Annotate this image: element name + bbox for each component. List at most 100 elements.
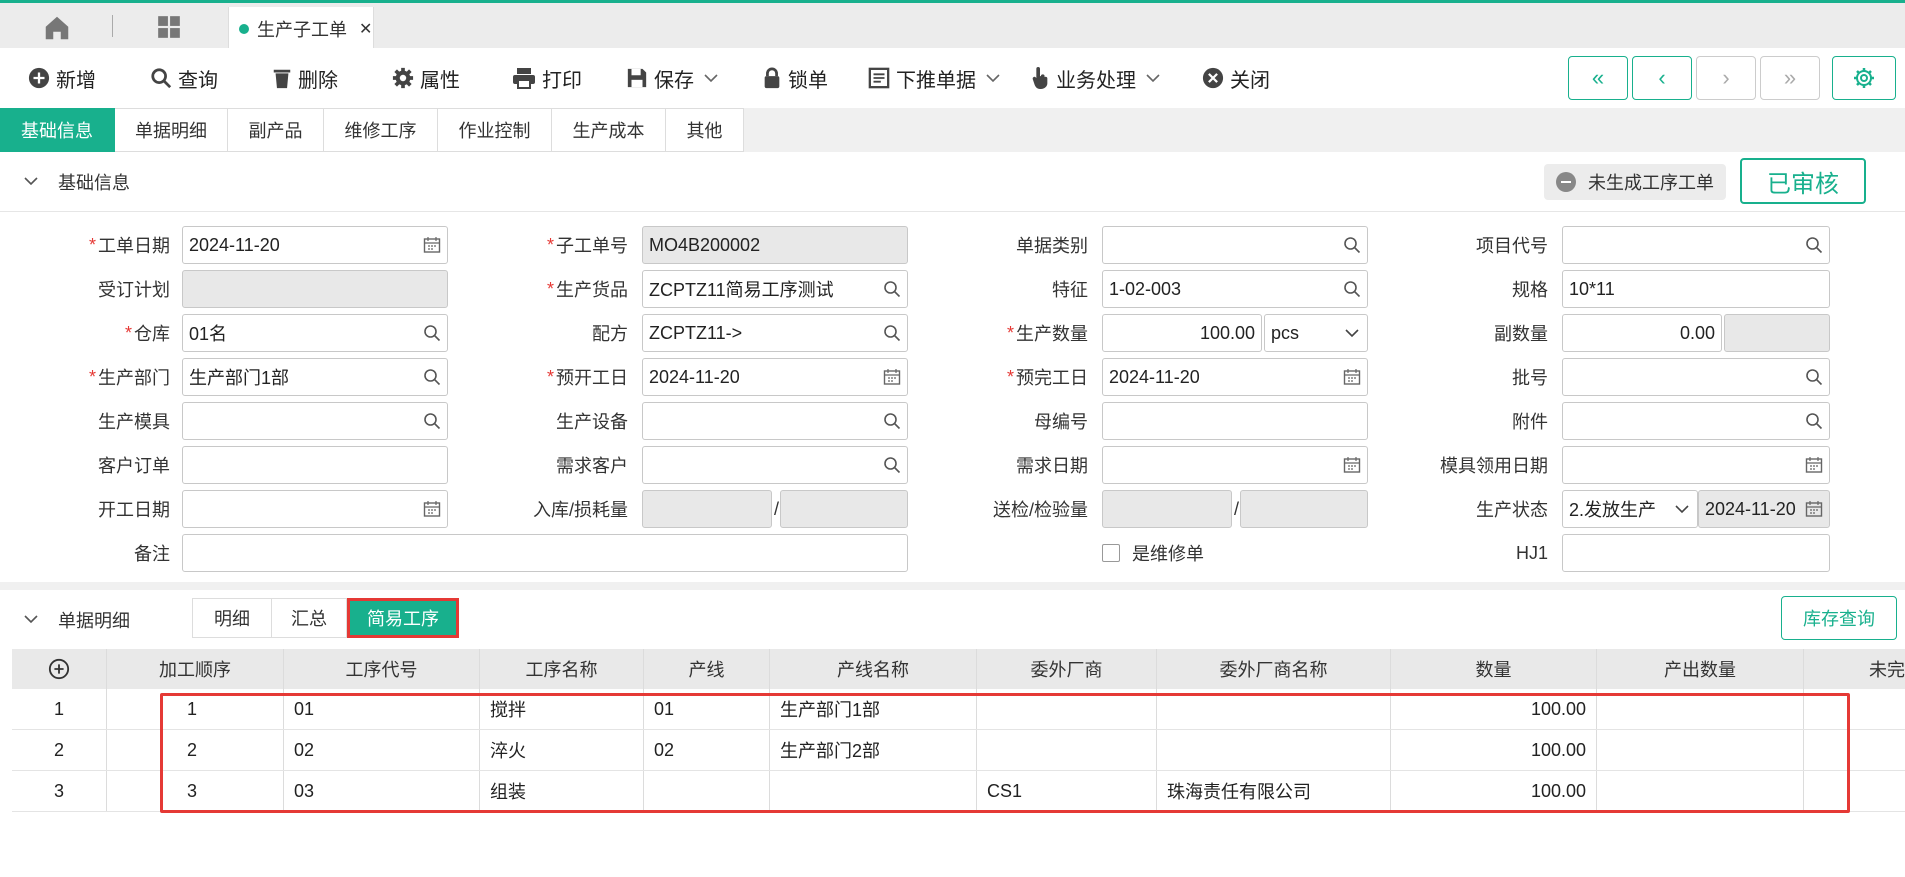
chevron-down-icon[interactable] xyxy=(24,174,38,188)
spec-field[interactable]: 10*11 xyxy=(1562,270,1830,308)
lock-button[interactable]: 锁单 xyxy=(762,62,828,94)
prev-record-button[interactable]: ‹ xyxy=(1632,56,1692,100)
close-button[interactable]: 关闭 xyxy=(1202,62,1270,94)
demand-customer-field[interactable] xyxy=(642,446,908,484)
search-icon[interactable] xyxy=(423,412,441,430)
search-icon[interactable] xyxy=(883,280,901,298)
col-vendor[interactable]: 委外厂商 xyxy=(977,649,1157,689)
search-icon[interactable] xyxy=(883,456,901,474)
col-code[interactable]: 工序代号 xyxy=(284,649,480,689)
search-icon[interactable] xyxy=(883,412,901,430)
calendar-icon[interactable] xyxy=(883,368,901,386)
prod-status-select[interactable]: 2.发放生产 xyxy=(1562,490,1698,528)
search-icon[interactable] xyxy=(423,324,441,342)
cell-out-qty[interactable] xyxy=(1597,771,1804,811)
tab-production-cost[interactable]: 生产成本 xyxy=(552,108,666,152)
cell-seq[interactable]: 1 xyxy=(107,689,284,729)
remark-field[interactable] xyxy=(182,534,908,572)
col-line[interactable]: 产线 xyxy=(644,649,770,689)
warehouse-field[interactable]: 01名 xyxy=(182,314,448,352)
dept-field[interactable]: 生产部门1部 xyxy=(182,358,448,396)
project-code-field[interactable] xyxy=(1562,226,1830,264)
sub-qty-field[interactable]: 0.00 xyxy=(1562,314,1722,352)
cell-qty[interactable]: 100.00 xyxy=(1391,730,1597,770)
start-date-field[interactable] xyxy=(182,490,448,528)
cell-line-name[interactable] xyxy=(770,771,977,811)
cell-name[interactable]: 搅拌 xyxy=(480,689,644,729)
search-icon[interactable] xyxy=(1343,236,1361,254)
chevron-down-icon[interactable] xyxy=(24,612,38,626)
tab-other[interactable]: 其他 xyxy=(666,108,744,152)
unit-select[interactable]: pcs xyxy=(1264,314,1368,352)
search-icon[interactable] xyxy=(1805,412,1823,430)
segment-detail[interactable]: 明细 xyxy=(192,598,272,638)
mold-date-field[interactable] xyxy=(1562,446,1830,484)
push-down-button[interactable]: 下推单据 xyxy=(868,62,1006,94)
col-vendor-name[interactable]: 委外厂商名称 xyxy=(1157,649,1391,689)
close-tab-icon[interactable]: ✕ xyxy=(359,19,372,39)
cell-line[interactable] xyxy=(644,771,770,811)
attachment-field[interactable] xyxy=(1562,402,1830,440)
prod-qty-field[interactable]: 100.00 xyxy=(1102,314,1262,352)
mold-field[interactable] xyxy=(182,402,448,440)
business-button[interactable]: 业务处理 xyxy=(1030,62,1166,94)
calendar-icon[interactable] xyxy=(1805,456,1823,474)
stock-query-button[interactable]: 库存查询 xyxy=(1781,596,1897,640)
col-seq[interactable]: 加工顺序 xyxy=(107,649,284,689)
home-icon[interactable] xyxy=(40,13,74,43)
cell-seq[interactable]: 2 xyxy=(107,730,284,770)
formula-field[interactable]: ZCPTZ11-> xyxy=(642,314,908,352)
tab-production-suborder[interactable]: 生产子工单 ✕ xyxy=(228,7,374,51)
cell-name[interactable]: 组装 xyxy=(480,771,644,811)
cell-qty[interactable]: 100.00 xyxy=(1391,689,1597,729)
cell-vendor[interactable]: CS1 xyxy=(977,771,1157,811)
save-button[interactable]: 保存 xyxy=(626,62,724,94)
col-line-name[interactable]: 产线名称 xyxy=(770,649,977,689)
delete-button[interactable]: 删除 xyxy=(272,62,338,94)
search-icon[interactable] xyxy=(1805,236,1823,254)
cell-vendor[interactable] xyxy=(977,689,1157,729)
col-out-qty[interactable]: 产出数量 xyxy=(1597,649,1804,689)
grid-icon[interactable] xyxy=(156,14,182,40)
cell-code[interactable]: 01 xyxy=(284,689,480,729)
tab-by-product[interactable]: 副产品 xyxy=(228,108,324,152)
tab-basic-info[interactable]: 基础信息 xyxy=(0,108,115,152)
plan-end-field[interactable]: 2024-11-20 xyxy=(1102,358,1368,396)
feature-field[interactable]: 1-02-003 xyxy=(1102,270,1368,308)
cell-code[interactable]: 02 xyxy=(284,730,480,770)
chevron-down-icon[interactable] xyxy=(986,73,1000,83)
calendar-icon[interactable] xyxy=(423,500,441,518)
parent-no-field[interactable] xyxy=(1102,402,1368,440)
calendar-icon[interactable] xyxy=(1343,456,1361,474)
demand-date-field[interactable] xyxy=(1102,446,1368,484)
calendar-icon[interactable] xyxy=(423,236,441,254)
search-icon[interactable] xyxy=(1343,280,1361,298)
plan-start-field[interactable]: 2024-11-20 xyxy=(642,358,908,396)
hj1-field[interactable] xyxy=(1562,534,1830,572)
search-icon[interactable] xyxy=(883,324,901,342)
col-qty[interactable]: 数量 xyxy=(1391,649,1597,689)
tab-job-control[interactable]: 作业控制 xyxy=(438,108,552,152)
col-unfinished[interactable]: 未完 xyxy=(1804,649,1905,689)
cell-out-qty[interactable] xyxy=(1597,689,1804,729)
equipment-field[interactable] xyxy=(642,402,908,440)
segment-summary[interactable]: 汇总 xyxy=(271,598,347,638)
cell-line-name[interactable]: 生产部门2部 xyxy=(770,730,977,770)
customer-order-field[interactable] xyxy=(182,446,448,484)
query-button[interactable]: 查询 xyxy=(150,62,218,94)
batch-field[interactable] xyxy=(1562,358,1830,396)
cell-code[interactable]: 03 xyxy=(284,771,480,811)
cell-vendor-name[interactable] xyxy=(1157,730,1391,770)
table-row[interactable]: 2 2 02 淬火 02 生产部门2部 100.00 xyxy=(12,730,1905,771)
search-icon[interactable] xyxy=(1805,368,1823,386)
table-row[interactable]: 1 1 01 搅拌 01 生产部门1部 100.00 xyxy=(12,689,1905,730)
cell-name[interactable]: 淬火 xyxy=(480,730,644,770)
new-button[interactable]: 新增 xyxy=(28,62,96,94)
last-record-button[interactable]: » xyxy=(1760,56,1820,100)
segment-simple-process[interactable]: 简易工序 xyxy=(347,598,459,638)
table-row[interactable]: 3 3 03 组装 CS1 珠海责任有限公司 100.00 xyxy=(12,771,1905,812)
product-field[interactable]: ZCPTZ11简易工序测试 xyxy=(642,270,908,308)
cell-out-qty[interactable] xyxy=(1597,730,1804,770)
print-button[interactable]: 打印 xyxy=(512,62,582,94)
first-record-button[interactable]: « xyxy=(1568,56,1628,100)
